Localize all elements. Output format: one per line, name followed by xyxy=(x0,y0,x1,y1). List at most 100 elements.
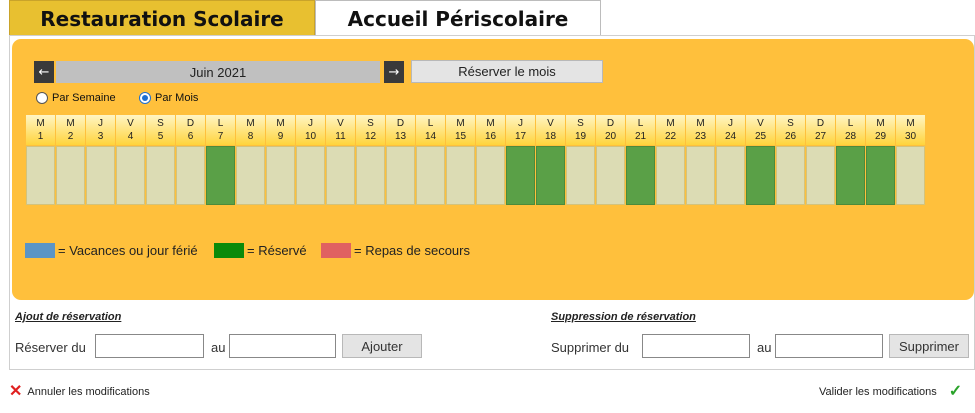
calendar-day[interactable]: L7 xyxy=(206,115,235,205)
add-from-date-input[interactable] xyxy=(95,334,204,358)
remove-from-label: Supprimer du xyxy=(551,340,630,355)
day-cell[interactable] xyxy=(596,146,625,205)
day-cell[interactable] xyxy=(656,146,685,205)
legend-item: = Réservé xyxy=(214,242,307,259)
calendar-day[interactable]: V 18 xyxy=(536,115,565,205)
calendar-day[interactable]: M 23 xyxy=(686,115,715,205)
calendar-day[interactable]: M 16 xyxy=(476,115,505,205)
add-reservation-title: Ajout de réservation xyxy=(15,311,122,323)
day-cell[interactable] xyxy=(296,146,325,205)
day-letter: M xyxy=(36,118,45,129)
day-cell-reserved[interactable] xyxy=(626,146,655,205)
calendar-day[interactable]: S 19 xyxy=(566,115,595,205)
day-cell[interactable] xyxy=(26,146,55,205)
calendar-day[interactable]: M 29 xyxy=(866,115,895,205)
day-number: 11 xyxy=(335,131,346,142)
calendar-day[interactable]: V 11 xyxy=(326,115,355,205)
calendar-day[interactable]: D 27 xyxy=(806,115,835,205)
view-by-week-option[interactable]: Par Semaine xyxy=(36,92,116,104)
day-letter: M xyxy=(456,118,465,129)
calendar-day[interactable]: L 28 xyxy=(836,115,865,205)
calendar-day[interactable]: L 21 xyxy=(626,115,655,205)
next-month-button[interactable]: → xyxy=(384,61,404,83)
day-cell-reserved[interactable] xyxy=(206,146,235,205)
calendar-day[interactable]: D 20 xyxy=(596,115,625,205)
calendar-day[interactable]: M1 xyxy=(26,115,55,205)
add-to-label: au xyxy=(211,340,226,355)
day-cell-reserved[interactable] xyxy=(866,146,895,205)
day-header: D6 xyxy=(176,115,205,145)
legend-label: = Réservé xyxy=(247,243,307,258)
tab-accueil-periscolaire[interactable]: Accueil Périscolaire xyxy=(315,0,601,36)
calendar-day[interactable]: L 14 xyxy=(416,115,445,205)
day-cell[interactable] xyxy=(686,146,715,205)
day-cell[interactable] xyxy=(146,146,175,205)
day-cell[interactable] xyxy=(716,146,745,205)
day-cell[interactable] xyxy=(386,146,415,205)
calendar-day[interactable]: M 15 xyxy=(446,115,475,205)
calendar-day[interactable]: D6 xyxy=(176,115,205,205)
tab-restauration-scolaire[interactable]: Restauration Scolaire xyxy=(9,0,315,36)
day-cell[interactable] xyxy=(326,146,355,205)
day-cell-reserved[interactable] xyxy=(536,146,565,205)
day-number: 24 xyxy=(724,131,737,142)
day-cell[interactable] xyxy=(266,146,295,205)
day-cell[interactable] xyxy=(56,146,85,205)
day-cell[interactable] xyxy=(236,146,265,205)
day-letter: J xyxy=(728,118,733,129)
day-cell[interactable] xyxy=(446,146,475,205)
day-letter: D xyxy=(816,118,825,129)
day-cell[interactable] xyxy=(176,146,205,205)
reserve-month-button[interactable]: Réserver le mois xyxy=(411,60,603,83)
day-letter: M xyxy=(876,118,885,129)
calendar-day[interactable]: M 30 xyxy=(896,115,925,205)
day-header: S 12 xyxy=(356,115,385,145)
day-letter: L xyxy=(217,118,224,129)
remove-button[interactable]: Supprimer xyxy=(889,334,969,358)
cancel-changes-link[interactable]: ✕ Annuler les modifications xyxy=(9,384,150,400)
calendar-day[interactable]: M8 xyxy=(236,115,265,205)
radio-button[interactable] xyxy=(36,92,48,104)
calendar-day[interactable]: J3 xyxy=(86,115,115,205)
day-cell[interactable] xyxy=(566,146,595,205)
day-cell[interactable] xyxy=(806,146,835,205)
day-cell[interactable] xyxy=(776,146,805,205)
add-button[interactable]: Ajouter xyxy=(342,334,422,358)
day-letter: J xyxy=(98,118,103,129)
day-cell[interactable] xyxy=(116,146,145,205)
day-cell[interactable] xyxy=(86,146,115,205)
calendar-day[interactable]: S5 xyxy=(146,115,175,205)
day-number: 5 xyxy=(157,131,164,142)
calendar-day[interactable]: M 22 xyxy=(656,115,685,205)
calendar-day[interactable]: V4 xyxy=(116,115,145,205)
add-to-date-input[interactable] xyxy=(229,334,336,358)
calendar-day[interactable]: S 12 xyxy=(356,115,385,205)
day-cell-reserved[interactable] xyxy=(506,146,535,205)
calendar-day[interactable]: V 25 xyxy=(746,115,775,205)
previous-month-button[interactable]: ← xyxy=(34,61,54,83)
day-cell-reserved[interactable] xyxy=(836,146,865,205)
arrow-left-icon: ← xyxy=(38,64,50,80)
day-cell-reserved[interactable] xyxy=(746,146,775,205)
radio-button[interactable] xyxy=(139,92,151,104)
remove-to-label: au xyxy=(757,340,772,355)
remove-from-date-input[interactable] xyxy=(642,334,750,358)
day-cell[interactable] xyxy=(416,146,445,205)
day-header: J3 xyxy=(86,115,115,145)
calendar-day[interactable]: M9 xyxy=(266,115,295,205)
calendar-day[interactable]: J 24 xyxy=(716,115,745,205)
day-letter: M xyxy=(276,118,285,129)
day-number: 17 xyxy=(514,131,527,142)
day-number: 25 xyxy=(754,131,767,142)
calendar-day[interactable]: S 26 xyxy=(776,115,805,205)
calendar-day[interactable]: J 17 xyxy=(506,115,535,205)
day-cell[interactable] xyxy=(476,146,505,205)
view-by-month-option[interactable]: Par Mois xyxy=(139,92,198,104)
day-cell[interactable] xyxy=(356,146,385,205)
calendar-day[interactable]: M2 xyxy=(56,115,85,205)
validate-changes-link[interactable]: Valider les modifications ✓ xyxy=(819,384,962,400)
remove-to-date-input[interactable] xyxy=(775,334,883,358)
day-cell[interactable] xyxy=(896,146,925,205)
calendar-day[interactable]: D 13 xyxy=(386,115,415,205)
calendar-day[interactable]: J 10 xyxy=(296,115,325,205)
